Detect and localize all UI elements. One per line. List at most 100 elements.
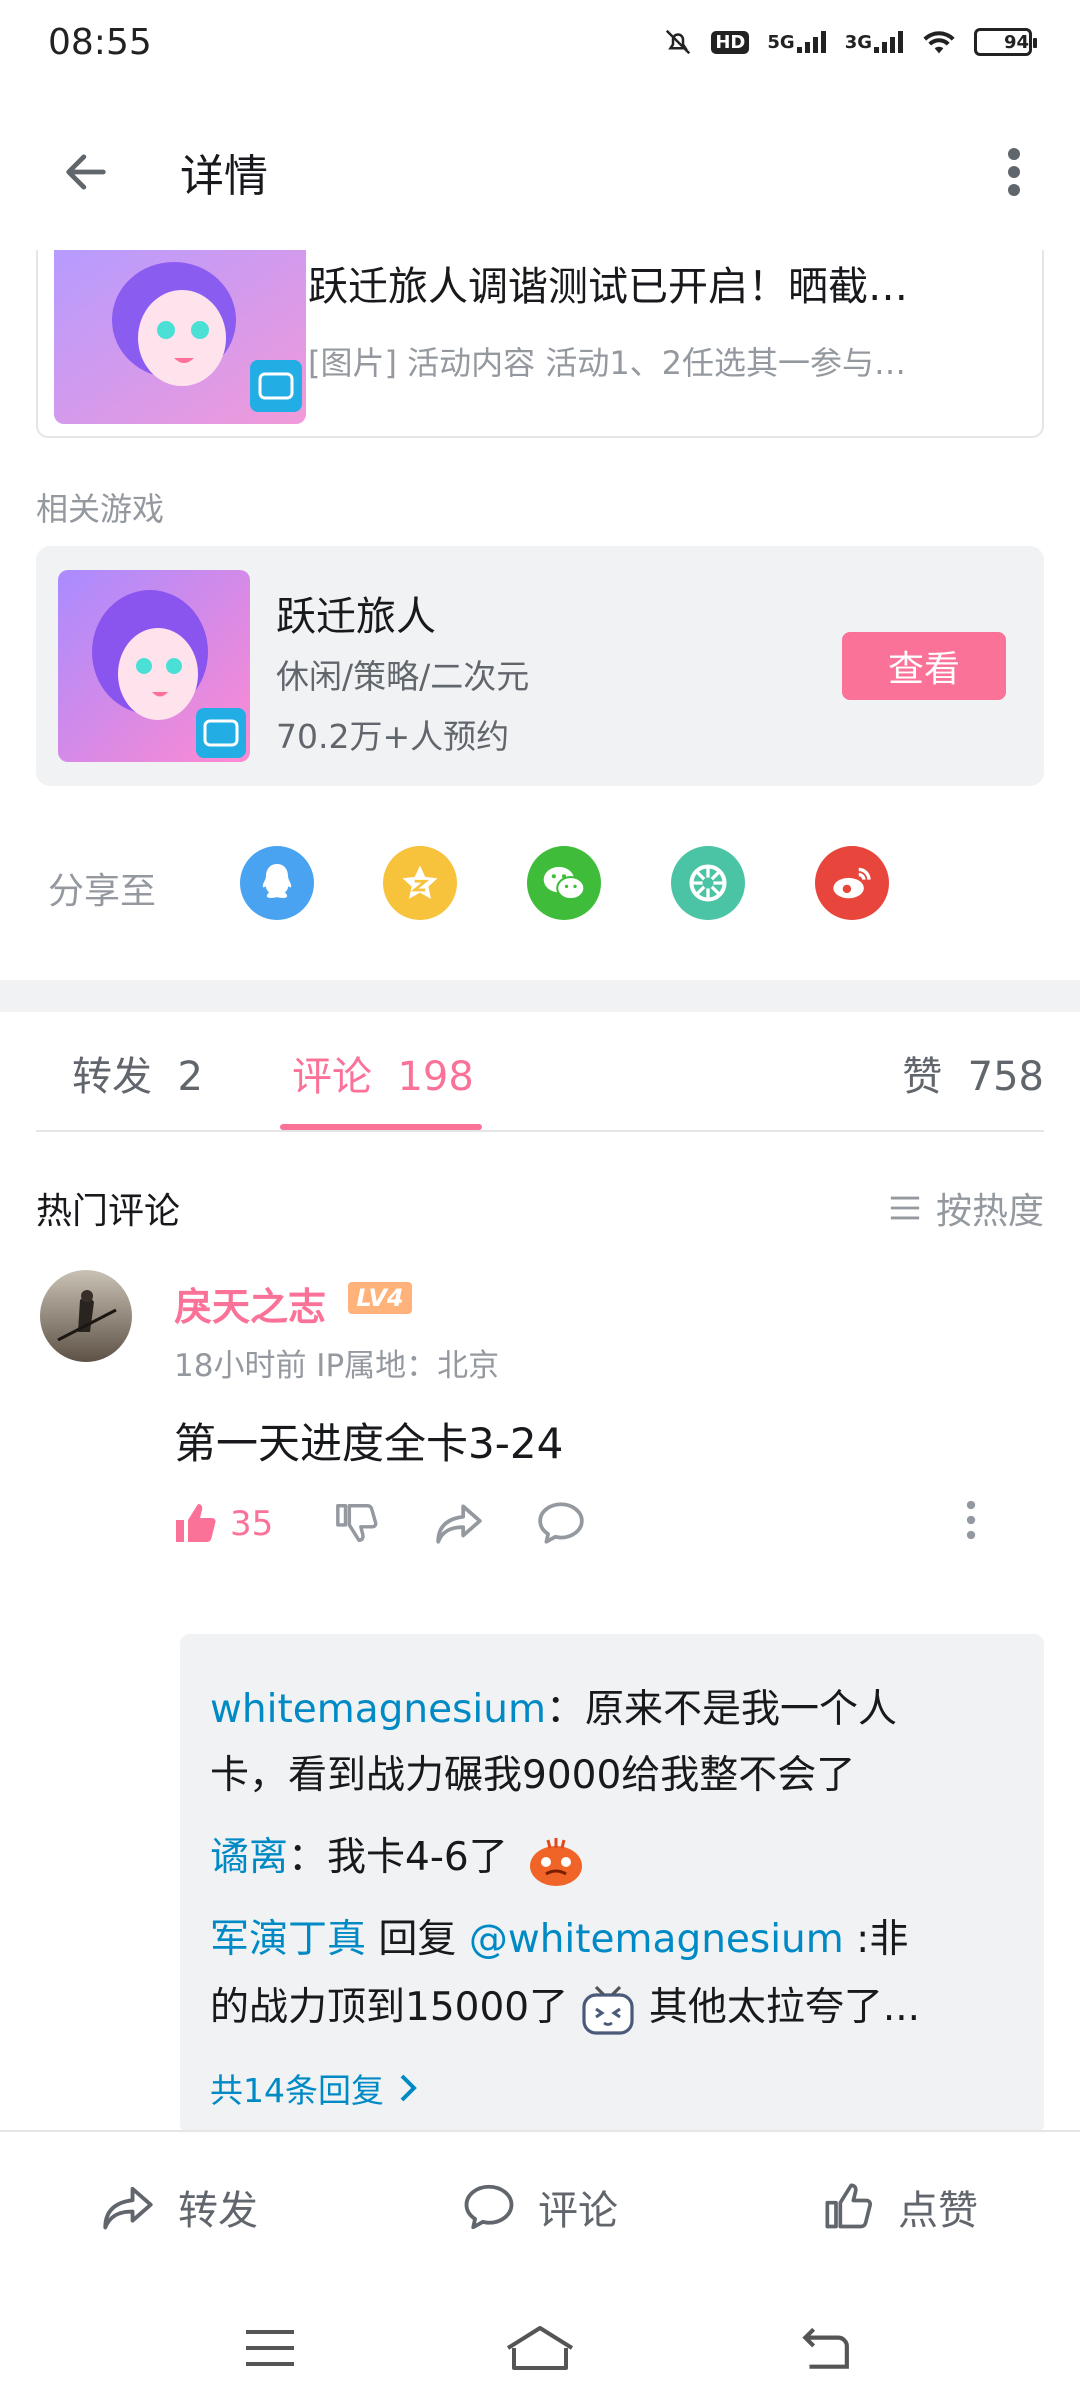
battery-icon: 94 [974,28,1037,56]
sort-button[interactable]: 按热度 [888,1182,1044,1234]
moments-icon[interactable] [671,846,745,920]
thumbs-up-icon [825,2183,872,2229]
bottom-repost-button[interactable]: 转发 [100,2178,258,2236]
bottom-like-label: 点赞 [898,2188,978,2234]
tv-emoji-icon [582,1985,635,2035]
replies-box[interactable]: whitemagnesium：原来不是我一个人 卡，看到战力碾我9000给我整不… [180,1634,1044,2134]
tab-repost-count: 2 [177,1054,203,1100]
angry-emoji-icon [530,1837,583,1886]
hd-icon: HD [711,30,750,54]
tab-comments-count: 198 [397,1054,474,1100]
reply-3-mention[interactable]: @whitemagnesium [469,1917,844,1962]
tab-comments-label: 评论 [292,1054,372,1100]
wechat-icon[interactable] [527,846,601,920]
reply-1-text-a: ：原来不是我一个人 [545,1687,897,1732]
system-nav-bar [0,2280,1080,2408]
bottom-like-button[interactable]: 点赞 [822,2178,978,2236]
qzone-icon[interactable] [383,846,457,920]
share-label: 分享至 [48,871,157,912]
arrow-left-icon [66,154,106,190]
share-arrow-icon [436,1504,482,1544]
thumbs-down-icon [336,1504,378,1542]
more-vertical-icon [1008,148,1020,196]
speech-bubble-icon [538,1502,584,1544]
status-bar: 08:55 HD 5G 3G 94 [0,0,1080,84]
reply-1-line-1: whitemagnesium：原来不是我一个人 [210,1678,897,1734]
reply-2-text: ：我卡4-6了 [288,1835,508,1880]
article-subtitle: [图片] 活动内容 活动1、2任选其一参与… [308,344,907,382]
bottom-comment-button[interactable]: 评论 [462,2178,618,2236]
reply-3-text-b2: 其他太拉夸了... [648,1985,921,2030]
related-game-card[interactable]: 跃迁旅人 休闲/策略/二次元 70.2万+人预约 查看 [36,546,1044,786]
share-arrow-icon [103,2186,153,2230]
reply-2-username[interactable]: 谲离 [210,1835,288,1880]
back-nav-button[interactable] [784,2320,864,2376]
active-tab-indicator [280,1124,482,1130]
page-title: 详情 [180,151,268,202]
game-thumbnail [58,570,250,762]
comment-text: 第一天进度全卡3-24 [174,1419,564,1468]
view-all-replies-label: 共14条回复 [210,2071,384,2110]
like-button[interactable]: 35 [172,1500,273,1548]
tab-likes-label: 赞 [902,1054,943,1100]
tab-separator [36,1130,1044,1132]
section-divider [0,980,1080,1012]
tab-likes-count: 758 [967,1054,1044,1100]
reply-comment-button[interactable] [536,1500,586,1546]
view-all-replies-link[interactable]: 共14条回复 [210,2064,418,2112]
more-options-button[interactable] [978,136,1050,208]
reply-3-text-a: :非 [843,1917,909,1962]
avatar[interactable] [40,1270,132,1362]
bottom-repost-label: 转发 [178,2188,258,2234]
tab-comments[interactable]: 评论 198 [292,1044,474,1102]
sort-lines-icon [890,1196,920,1220]
reply-3-reply-word: 回复 [366,1917,469,1962]
game-name: 跃迁旅人 [276,594,436,640]
comment-meta: 18小时前 IP属地：北京 [174,1348,500,1384]
reply-3-line-1: 军演丁真 回复 @whitemagnesium :非 [210,1908,908,1964]
chevron-right-icon [400,2074,417,2102]
tab-repost-label: 转发 [72,1054,152,1100]
wifi-icon [922,29,956,55]
like-count: 35 [230,1504,274,1544]
signal-5g-icon: 5G [767,31,826,53]
tab-likes[interactable]: 赞 758 [902,1044,1044,1102]
qq-icon[interactable] [240,846,314,920]
status-icons: HD 5G 3G 94 [663,27,1037,57]
share-comment-button[interactable] [434,1500,484,1546]
home-button[interactable] [500,2320,580,2376]
article-card[interactable]: 跃迁旅人调谐测试已开启！晒截… [图片] 活动内容 活动1、2任选其一参与… [36,250,1044,438]
dislike-button[interactable] [334,1500,380,1546]
article-thumbnail [54,250,306,424]
home-icon [506,2326,574,2370]
view-game-button[interactable]: 查看 [842,632,1006,700]
app-bar: 详情 [0,100,1080,240]
reply-1-line-2: 卡，看到战力碾我9000给我整不会了 [210,1753,856,1798]
sort-label: 按热度 [935,1191,1044,1232]
comment-username[interactable]: 戾天之志 [174,1276,326,1331]
back-return-icon [802,2327,849,2369]
back-button[interactable] [50,136,122,208]
comment-more-button[interactable] [964,1500,978,1540]
more-vertical-icon [966,1500,976,1540]
status-time: 08:55 [48,21,152,63]
recents-button[interactable] [230,2320,310,2376]
mute-bell-icon [663,27,693,57]
level-badge: LV4 [348,1282,412,1314]
signal-3g-icon: 3G [845,31,904,53]
reply-3-line-2: 的战力顶到15000了 其他太拉夸了... [210,1976,920,2037]
game-tags: 休闲/策略/二次元 [276,657,530,696]
reply-2: 谲离：我卡4-6了 [210,1826,586,1889]
hot-comments-title: 热门评论 [36,1191,181,1232]
article-title: 跃迁旅人调谐测试已开启！晒截… [308,264,908,310]
reply-1-username[interactable]: whitemagnesium [210,1687,546,1732]
reply-3-username[interactable]: 军演丁真 [210,1917,366,1962]
related-games-label: 相关游戏 [36,490,165,528]
tab-repost[interactable]: 转发 2 [72,1044,203,1102]
thumbs-up-filled-icon [176,1504,216,1542]
speech-bubble-icon [464,2184,514,2230]
bottom-action-bar: 转发 评论 点赞 [0,2130,1080,2280]
reply-3-text-b1: 的战力顶到15000了 [210,1985,569,2030]
weibo-icon[interactable] [815,846,889,920]
menu-lines-icon [246,2330,294,2366]
